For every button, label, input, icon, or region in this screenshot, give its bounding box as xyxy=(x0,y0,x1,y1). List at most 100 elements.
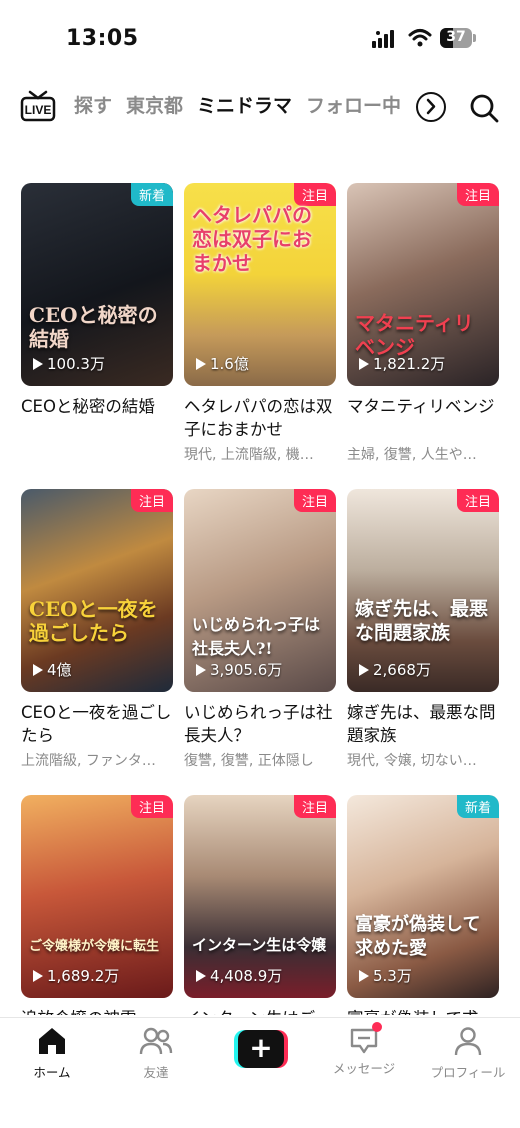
drama-card[interactable]: 注目 いじめられっ子は社長夫人?! 3,905.6万 いじめられっ子は社長夫人？… xyxy=(184,489,336,770)
drama-thumbnail[interactable]: 注目 マタニティリベンジ 1,821.2万 xyxy=(347,183,499,386)
thumbnail-overlay-title: インターン生は令嬢 xyxy=(192,936,327,954)
drama-card[interactable]: 注目 ヘタレパパの恋は双子におまかせ 1.6億 ヘタレパパの恋は双子におまかせ … xyxy=(184,183,336,464)
drama-card[interactable]: 注目 ご令嬢様が令嬢に転生 1,689.2万 追放令嬢の神雲 xyxy=(21,795,173,1015)
drama-title[interactable]: CEOと秘密の結婚 xyxy=(21,395,173,441)
tab-tokyo[interactable]: 東京都 xyxy=(126,92,183,120)
wifi-icon xyxy=(408,29,432,47)
nav-messages-label: メッセージ xyxy=(332,1061,396,1076)
nav-friends[interactable]: 友達 xyxy=(116,1026,196,1081)
thumbnail-overlay-title: CEOと一夜を過ごしたら xyxy=(29,597,158,645)
play-icon xyxy=(33,969,43,982)
drama-title[interactable]: 嫁ぎ先は、最悪な問題家族 xyxy=(347,701,499,747)
view-count-value: 100.3万 xyxy=(47,355,105,373)
tab-following[interactable]: フォロー中 xyxy=(306,92,401,120)
view-count-value: 1,821.2万 xyxy=(373,355,446,373)
play-icon xyxy=(196,663,206,676)
cellular-signal-icon xyxy=(372,30,394,48)
drama-thumbnail[interactable]: 注目 ご令嬢様が令嬢に転生 1,689.2万 xyxy=(21,795,173,998)
nav-messages[interactable]: メッセージ xyxy=(324,1022,404,1077)
drama-card[interactable]: 注目 マタニティリベンジ 1,821.2万 マタニティリベンジ 主婦, 復讐, … xyxy=(347,183,499,464)
drama-title[interactable]: 富豪が偽装して求 xyxy=(347,1007,499,1015)
play-icon xyxy=(359,663,369,676)
nav-home[interactable]: ホーム xyxy=(12,1026,92,1081)
drama-title[interactable]: インターン生はご xyxy=(184,1007,336,1015)
drama-tags: 現代, 上流階級, 機… xyxy=(184,447,314,463)
drama-title[interactable]: いじめられっ子は社長夫人？ xyxy=(184,701,336,747)
badge-featured: 注目 xyxy=(130,489,173,512)
view-count-value: 3,905.6万 xyxy=(210,661,283,679)
drama-tags: 上流階級, ファンタ… xyxy=(21,753,156,769)
live-tv-icon[interactable]: LIVE xyxy=(20,90,56,122)
thumbnail-overlay-title: 嫁ぎ先は、最悪な問題家族 xyxy=(355,598,489,644)
play-icon xyxy=(196,357,206,370)
drama-card[interactable]: 新着 CEOと秘密の結婚 100.3万 CEOと秘密の結婚 xyxy=(21,183,173,444)
view-count-value: 4,408.9万 xyxy=(210,967,283,985)
drama-title[interactable]: ヘタレパパの恋は双子におまかせ xyxy=(184,395,336,441)
thumbnail-overlay-title: 富豪が偽装して求めた愛 xyxy=(355,914,481,959)
drama-tags: 主婦, 復讐, 人生や… xyxy=(347,447,477,463)
nav-friends-label: 友達 xyxy=(143,1065,169,1080)
top-navigation: LIVE 探す 東京都 ミニドラマ フォロー中 xyxy=(0,84,520,134)
badge-featured: 注目 xyxy=(293,489,336,512)
view-count: 1.6億 xyxy=(196,353,249,374)
status-bar: 13:05 37 xyxy=(0,0,520,70)
drama-thumbnail[interactable]: 注目 CEOと一夜を過ごしたら 4億 xyxy=(21,489,173,692)
play-icon xyxy=(359,969,369,982)
thumbnail-overlay-title: いじめられっ子は社長夫人?! xyxy=(192,615,321,658)
drama-tags: 復讐, 復讐, 正体隠し xyxy=(184,753,314,769)
view-count-value: 4億 xyxy=(47,661,72,679)
status-time: 13:05 xyxy=(66,26,139,51)
live-label: LIVE xyxy=(25,103,52,117)
badge-new: 新着 xyxy=(130,183,173,206)
view-count: 5.3万 xyxy=(359,965,412,986)
nav-profile[interactable]: プロフィール xyxy=(428,1026,508,1081)
drama-title[interactable]: CEOと一夜を過ごしたら xyxy=(21,701,173,747)
view-count: 100.3万 xyxy=(33,353,105,374)
drama-card[interactable]: 注目 インターン生は令嬢 4,408.9万 インターン生はご xyxy=(184,795,336,1015)
profile-icon xyxy=(454,1027,482,1056)
drama-card[interactable]: 新着 富豪が偽装して求めた愛 5.3万 富豪が偽装して求 xyxy=(347,795,499,1015)
plus-icon: + xyxy=(238,1030,284,1068)
drama-thumbnail[interactable]: 注目 ヘタレパパの恋は双子におまかせ 1.6億 xyxy=(184,183,336,386)
drama-thumbnail[interactable]: 注目 インターン生は令嬢 4,408.9万 xyxy=(184,795,336,998)
friends-icon xyxy=(139,1027,173,1055)
view-count-value: 2,668万 xyxy=(373,661,431,679)
create-button[interactable]: + xyxy=(234,1030,288,1068)
badge-featured: 注目 xyxy=(456,489,499,512)
thumbnail-overlay-title: マタニティリベンジ xyxy=(355,311,474,359)
drama-thumbnail[interactable]: 注目 嫁ぎ先は、最悪な問題家族 2,668万 xyxy=(347,489,499,692)
play-icon xyxy=(33,357,43,370)
drama-thumbnail[interactable]: 新着 富豪が偽装して求めた愛 5.3万 xyxy=(347,795,499,998)
more-tabs-button[interactable] xyxy=(416,92,446,122)
top-tabs: 探す 東京都 ミニドラマ フォロー中 xyxy=(74,92,414,128)
drama-thumbnail[interactable]: 新着 CEOと秘密の結婚 100.3万 xyxy=(21,183,173,386)
tab-explore[interactable]: 探す xyxy=(74,92,112,120)
view-count: 2,668万 xyxy=(359,659,431,680)
play-icon xyxy=(359,357,369,370)
view-count: 4,408.9万 xyxy=(196,965,282,986)
thumbnail-overlay-title: ヘタレパパの恋は双子におまかせ xyxy=(192,203,312,275)
drama-card[interactable]: 注目 CEOと一夜を過ごしたら 4億 CEOと一夜を過ごしたら 上流階級, ファ… xyxy=(21,489,173,770)
drama-thumbnail[interactable]: 注目 いじめられっ子は社長夫人?! 3,905.6万 xyxy=(184,489,336,692)
search-icon[interactable] xyxy=(468,92,500,124)
badge-featured: 注目 xyxy=(293,795,336,818)
view-count-value: 1.6億 xyxy=(210,355,249,373)
drama-card[interactable]: 注目 嫁ぎ先は、最悪な問題家族 2,668万 嫁ぎ先は、最悪な問題家族 現代, … xyxy=(347,489,499,770)
play-icon xyxy=(33,663,43,676)
view-count: 1,821.2万 xyxy=(359,353,445,374)
bottom-navigation: ホーム 友達 + メッセージ プロフィール xyxy=(0,1017,520,1128)
drama-title[interactable]: マタニティリベンジ xyxy=(347,395,499,441)
view-count: 1,689.2万 xyxy=(33,965,119,986)
tab-mini-drama[interactable]: ミニドラマ xyxy=(197,92,292,120)
drama-title[interactable]: 追放令嬢の神雲 xyxy=(21,1007,173,1015)
battery-indicator: 37 xyxy=(440,28,476,48)
badge-new: 新着 xyxy=(456,795,499,818)
chevron-right-icon xyxy=(426,98,436,115)
view-count: 4億 xyxy=(33,659,72,680)
nav-profile-label: プロフィール xyxy=(430,1065,506,1080)
battery-level: 37 xyxy=(446,29,466,45)
drama-grid: 新着 CEOと秘密の結婚 100.3万 CEOと秘密の結婚 注目 ヘタレパパの恋… xyxy=(0,183,520,1015)
badge-featured: 注目 xyxy=(130,795,173,818)
nav-home-label: ホーム xyxy=(33,1065,71,1080)
home-icon xyxy=(39,1028,65,1054)
